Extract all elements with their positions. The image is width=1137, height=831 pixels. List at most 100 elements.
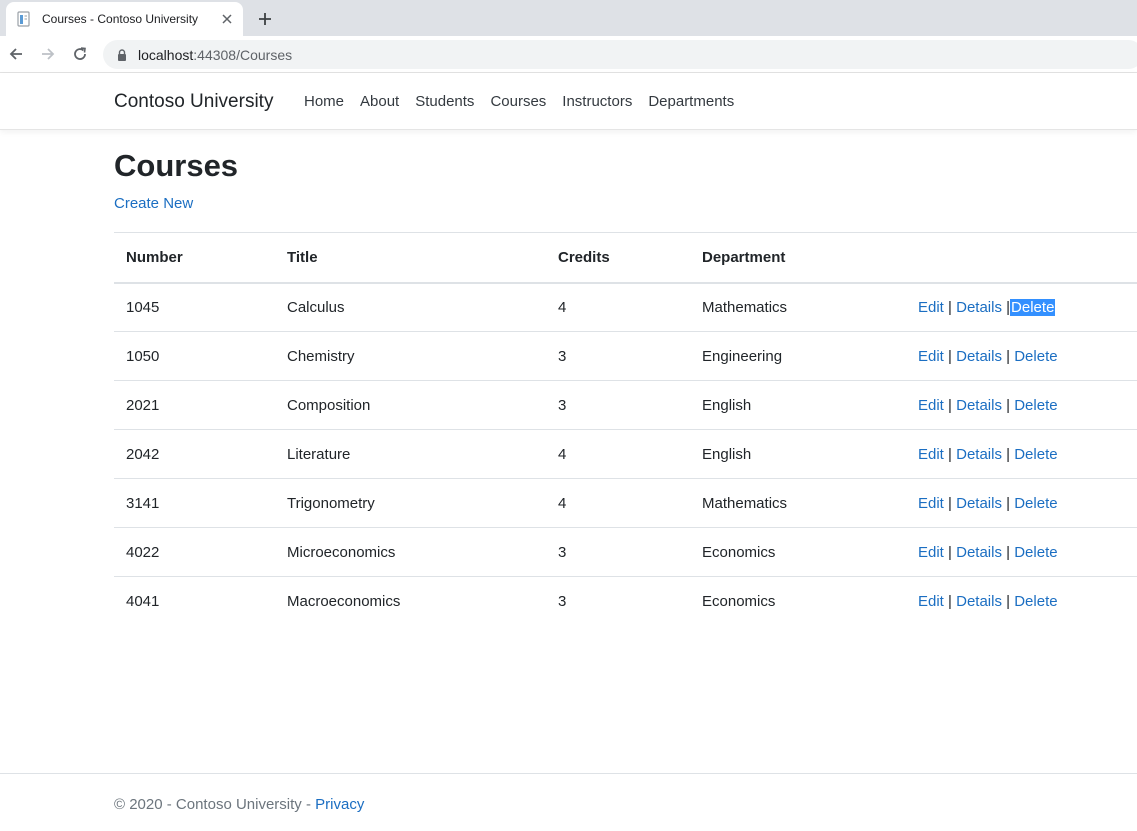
cell-title: Chemistry — [275, 331, 546, 381]
delete-link[interactable]: Delete — [1014, 593, 1057, 610]
action-separator: | — [1006, 347, 1011, 365]
action-separator: | — [1006, 445, 1011, 463]
table-row: 4041 Macroeconomics 3 Economics Edit | Detai… — [114, 577, 1137, 626]
cell-actions: Edit | Details | Delete — [906, 478, 1137, 528]
cell-department: Economics — [690, 527, 906, 577]
action-separator: | — [948, 298, 952, 316]
cell-department: Economics — [702, 592, 776, 610]
details-link[interactable]: Details — [956, 446, 1002, 463]
cell-title: Microeconomics — [275, 527, 546, 577]
cell-department: English — [690, 380, 906, 430]
lock-icon — [115, 48, 129, 62]
cell-actions: Edit | Details | Delete — [906, 331, 1137, 381]
nav-link-courses[interactable]: Courses — [490, 93, 546, 110]
delete-link[interactable]: Delete — [1014, 495, 1057, 512]
close-icon[interactable] — [217, 9, 237, 29]
forward-button[interactable] — [36, 42, 60, 66]
details-link[interactable]: Details — [956, 397, 1002, 414]
cell-actions: Edit | Details | Delete — [906, 527, 1137, 577]
page-icon — [16, 11, 32, 27]
header-credits: Credits — [546, 232, 690, 284]
cell-title: Literature — [275, 429, 546, 479]
courses-table: Number Title Credits Department 1045 Calc… — [114, 232, 1137, 626]
nav-link-home[interactable]: Home — [304, 93, 344, 110]
reload-button[interactable] — [68, 42, 92, 66]
details-link[interactable]: Details — [956, 544, 1002, 561]
cell-department: Mathematics — [690, 282, 906, 332]
details-link[interactable]: Details — [956, 495, 1002, 512]
new-tab-button[interactable] — [252, 6, 278, 32]
edit-link[interactable]: Edit — [918, 593, 944, 610]
footer-text: © 2020 - Contoso University - Privacy — [114, 796, 364, 813]
delete-link[interactable]: Delete — [1014, 348, 1057, 365]
delete-link[interactable]: Delete — [1014, 446, 1057, 463]
site-navbar: Contoso University Home About Students C… — [0, 73, 1137, 130]
cell-credits: 3 — [546, 331, 690, 381]
cell-credits: 4 — [546, 478, 690, 528]
cell-title: Calculus — [275, 282, 546, 332]
table-row: 1050 Chemistry 3 Engineering Edit | Details … — [114, 331, 1137, 381]
action-separator: | — [948, 396, 952, 414]
header-title: Title — [275, 232, 546, 284]
edit-link[interactable]: Edit — [918, 397, 944, 414]
nav-link-about[interactable]: About — [360, 93, 399, 110]
edit-link[interactable]: Edit — [918, 495, 944, 512]
arrow-left-icon — [9, 48, 22, 60]
action-separator: | — [948, 543, 952, 561]
edit-link[interactable]: Edit — [918, 348, 944, 365]
brand-link[interactable]: Contoso University — [114, 91, 273, 113]
cell-credits: 3 — [558, 592, 567, 610]
cell-title: Macroeconomics — [287, 592, 401, 610]
cell-actions: Edit | Details | Delete — [906, 429, 1137, 479]
plus-icon — [259, 13, 271, 25]
header-actions — [906, 232, 1137, 284]
details-link[interactable]: Details — [956, 593, 1002, 610]
table-header-row: Number Title Credits Department — [114, 232, 1137, 284]
cell-title: Trigonometry — [275, 478, 546, 528]
action-separator: | — [948, 347, 952, 365]
nav-link-students[interactable]: Students — [415, 93, 474, 110]
edit-link[interactable]: Edit — [918, 446, 944, 463]
nav-link-departments[interactable]: Departments — [648, 93, 734, 110]
nav-link-instructors[interactable]: Instructors — [562, 93, 632, 110]
arrow-right-icon — [42, 48, 55, 60]
action-separator: | — [948, 494, 952, 512]
tab-title: Courses - Contoso University — [42, 12, 199, 26]
table-row: 2021 Composition 3 English Edit | Details | … — [114, 380, 1137, 430]
table-row: 3141 Trigonometry 4 Mathematics Edit | Detai… — [114, 478, 1137, 528]
browser-toolbar: localhost:44308/Courses — [0, 36, 1137, 73]
browser-tabstrip: Courses - Contoso University — [0, 0, 1137, 36]
action-separator: | — [948, 445, 952, 463]
cell-department: English — [690, 429, 906, 479]
cell-actions: Edit | Details |Delete — [906, 282, 1137, 332]
action-separator: | — [1006, 543, 1011, 561]
create-new-link[interactable]: Create New — [114, 195, 193, 212]
edit-link[interactable]: Edit — [918, 544, 944, 561]
cell-credits: 3 — [546, 380, 690, 430]
delete-link[interactable]: Delete — [1014, 544, 1057, 561]
header-department: Department — [690, 232, 906, 284]
address-bar[interactable]: localhost:44308/Courses — [103, 40, 1137, 69]
privacy-link[interactable]: Privacy — [315, 796, 364, 813]
footer: © 2020 - Contoso University - Privacy — [0, 773, 1137, 831]
cell-department: Mathematics — [690, 478, 906, 528]
back-button[interactable] — [4, 42, 28, 66]
delete-link[interactable]: Delete — [1010, 298, 1056, 316]
cell-actions: Edit | Details | Delete — [906, 577, 1137, 626]
table-row: 4022 Microeconomics 3 Economics Edit | Detai… — [114, 527, 1137, 577]
browser-tab[interactable]: Courses - Contoso University — [6, 2, 243, 36]
delete-link[interactable]: Delete — [1014, 397, 1057, 414]
cell-number: 4041 — [126, 592, 160, 610]
url-text: localhost:44308/Courses — [138, 46, 293, 63]
action-separator: | — [1006, 592, 1011, 610]
header-number: Number — [114, 232, 275, 284]
cell-number: 1050 — [114, 331, 275, 381]
details-link[interactable]: Details — [956, 299, 1002, 316]
action-separator: | — [948, 592, 952, 610]
reload-icon — [74, 47, 86, 60]
edit-link[interactable]: Edit — [918, 299, 944, 316]
details-link[interactable]: Details — [956, 348, 1002, 365]
action-separator: | — [1006, 396, 1011, 414]
cell-credits: 3 — [546, 527, 690, 577]
copyright-text: © 2020 - Contoso University - — [114, 796, 316, 813]
